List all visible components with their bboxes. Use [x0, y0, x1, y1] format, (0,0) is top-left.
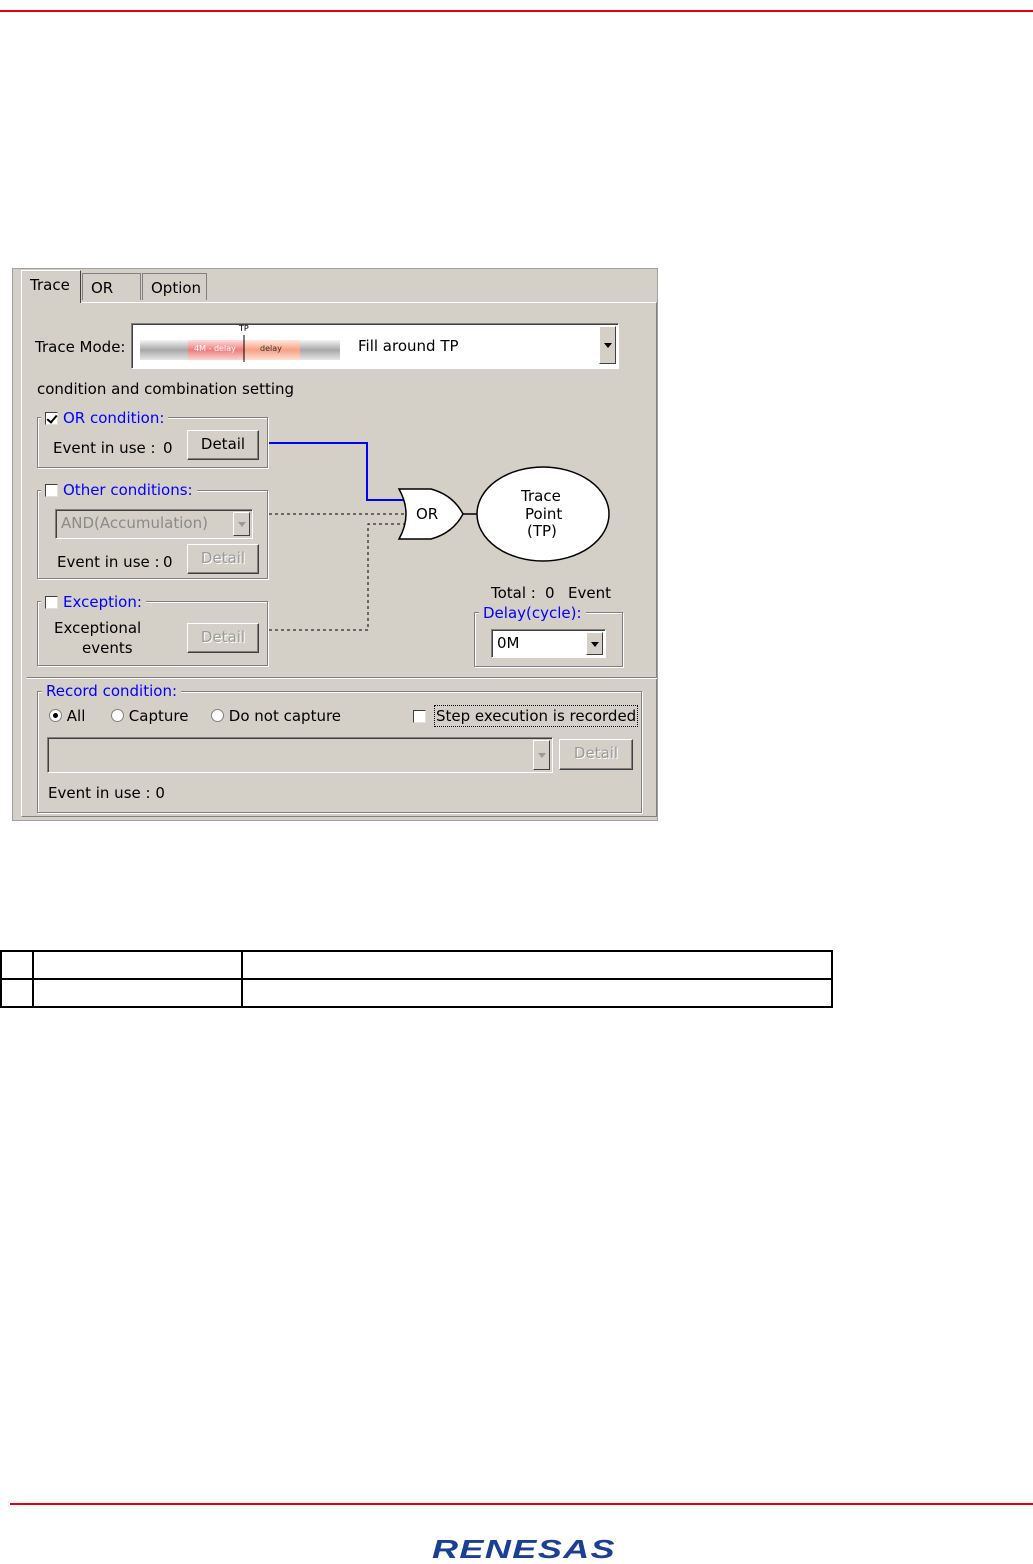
- record-detail-button[interactable]: Detail: [559, 739, 633, 770]
- table-cell: [241, 950, 833, 980]
- trace-point-line2: Point: [525, 505, 563, 523]
- exception-link: [269, 523, 409, 631]
- table-cell: [0, 950, 34, 980]
- delay-label: Delay(cycle):: [479, 604, 586, 622]
- table-cell: [0, 978, 34, 1008]
- total-unit: Event: [568, 584, 611, 602]
- record-condition-label: Record condition:: [42, 682, 182, 700]
- radio-do-not-capture-label: Do not capture: [228, 707, 342, 725]
- radio-capture-label: Capture: [128, 707, 189, 725]
- table-cell: [32, 978, 243, 1008]
- step-execution-option[interactable]: Step execution is recorded: [413, 705, 639, 727]
- trace-point-line3: (TP): [527, 522, 557, 540]
- step-execution-checkbox[interactable]: [413, 709, 426, 723]
- radio-capture-circle[interactable]: [111, 709, 124, 722]
- trace-settings-dialog: Trace OR Option Trace Mode: TP 4M - dela…: [12, 268, 658, 821]
- renesas-logo: RENESAS: [432, 1536, 616, 1562]
- header-rule: [0, 10, 1033, 12]
- delay-dropdown-button[interactable]: [586, 632, 603, 655]
- trace-point-line1: Trace: [521, 487, 561, 505]
- record-condition-dropdown-button[interactable]: [533, 740, 550, 770]
- radio-do-not-capture[interactable]: Do not capture: [211, 707, 341, 725]
- radio-do-not-capture-circle[interactable]: [211, 709, 224, 722]
- record-condition-select[interactable]: [47, 737, 553, 773]
- step-execution-label: Step execution is recorded: [433, 705, 639, 727]
- footer-rule: [10, 1503, 1033, 1505]
- tab-trace-label: Trace: [30, 276, 70, 294]
- renesas-logo-text: RENESAS: [432, 1536, 616, 1562]
- table-cell: [241, 978, 833, 1008]
- or-condition-link: [269, 442, 407, 501]
- delay-select-value: 0M: [497, 634, 520, 652]
- radio-capture[interactable]: Capture: [111, 707, 188, 725]
- radio-all[interactable]: All: [49, 707, 85, 725]
- table-row: [0, 950, 833, 980]
- record-event-in-use: Event in use : 0: [48, 784, 165, 802]
- radio-all-label: All: [66, 707, 86, 725]
- delay-select[interactable]: 0M: [491, 629, 606, 658]
- document-table: [0, 950, 833, 1008]
- radio-all-circle[interactable]: [49, 709, 62, 722]
- total-count: 0: [545, 584, 555, 602]
- tab-trace[interactable]: Trace: [21, 270, 81, 303]
- or-gate-label: OR: [416, 505, 439, 523]
- table-row: [0, 978, 833, 1008]
- section-separator: [27, 677, 657, 679]
- total-label: Total :: [491, 584, 536, 602]
- table-cell: [32, 950, 243, 980]
